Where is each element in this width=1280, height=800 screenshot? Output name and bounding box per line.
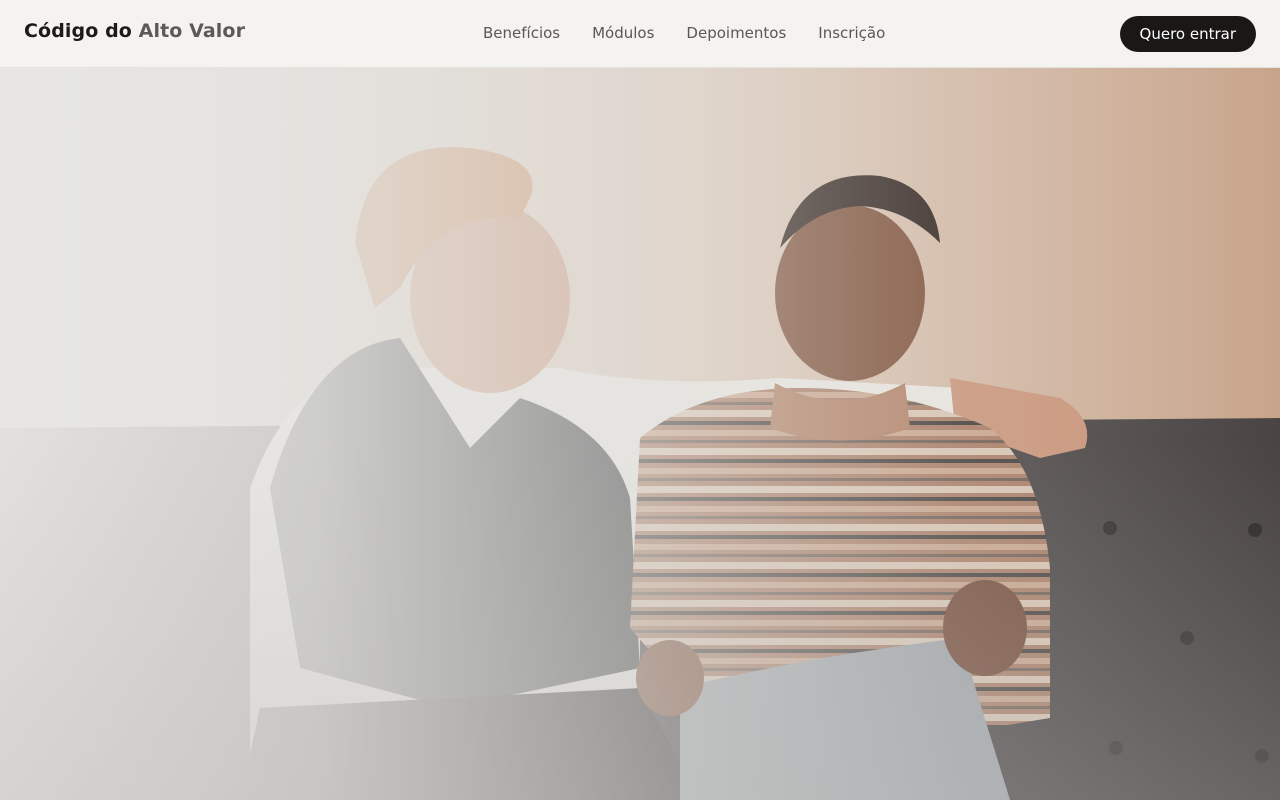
hero-section	[0, 68, 1280, 800]
nav-link-inscricao[interactable]: Inscrição	[818, 24, 885, 42]
nav-link-modulos[interactable]: Módulos	[592, 24, 654, 42]
hero-overlay-bottom	[0, 440, 1280, 800]
primary-nav: Benefícios Módulos Depoimentos Inscrição	[483, 24, 885, 42]
brand-text-accent: Alto Valor	[138, 20, 246, 42]
nav-link-beneficios[interactable]: Benefícios	[483, 24, 560, 42]
nav-link-depoimentos[interactable]: Depoimentos	[686, 24, 786, 42]
cta-button-quero-entrar[interactable]: Quero entrar	[1119, 16, 1256, 52]
brand-text-main: Código do	[24, 20, 132, 42]
navbar: Código do Alto Valor Benefícios Módulos …	[0, 0, 1280, 68]
brand-logo[interactable]: Código do Alto Valor	[24, 20, 245, 42]
